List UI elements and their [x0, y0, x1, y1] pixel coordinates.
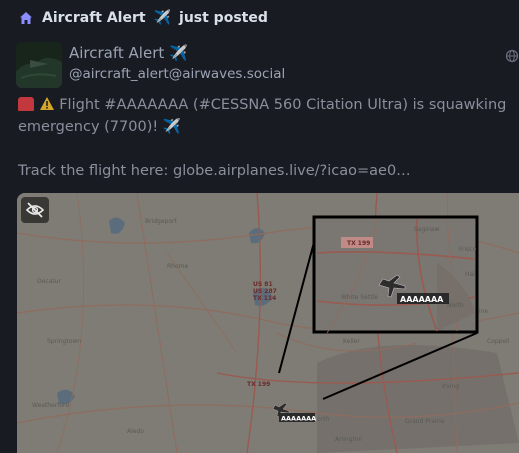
- siren-emoji: [18, 97, 34, 111]
- inset-label: North: [447, 302, 464, 309]
- globe-icon[interactable]: [505, 49, 519, 63]
- inset-map: TX 199 Saginaw Frisco Hal White Settle N…: [312, 215, 479, 334]
- inset-label: White Settle: [341, 294, 378, 301]
- map-label: Coppell: [487, 338, 510, 345]
- map-label: Weatherford: [32, 402, 69, 409]
- map-label: Grand Prairie: [405, 418, 445, 425]
- inset-label: Hal: [465, 271, 475, 278]
- flight-map-image[interactable]: Bridgeport Decatur Rhome Springtown US 8…: [17, 193, 519, 453]
- display-name-text: Aircraft Alert: [69, 44, 165, 62]
- avatar[interactable]: [16, 42, 62, 88]
- map-label: Keller: [343, 338, 360, 345]
- boost-action-text: just posted: [179, 10, 268, 26]
- map-label: Decatur: [37, 278, 61, 285]
- map-label: TX 199: [247, 381, 270, 388]
- plane-emoji: ✈️: [169, 44, 188, 62]
- status-card: Aircraft Alert ✈️ @aircraft_alert@airwav…: [0, 36, 519, 453]
- inset-label: TX 199: [347, 240, 370, 247]
- inset-label: Saginaw: [414, 226, 439, 233]
- inset-label: Frisco: [459, 246, 477, 253]
- aircraft-tag-inset: AAAAAAA: [400, 295, 444, 304]
- hide-media-button[interactable]: [21, 197, 49, 223]
- boost-account-name[interactable]: Aircraft Alert: [42, 10, 146, 26]
- display-name[interactable]: Aircraft Alert ✈️: [69, 44, 188, 62]
- plane-emoji: ✈️: [153, 10, 172, 26]
- eye-slash-icon: [25, 202, 45, 218]
- post-content: Flight #AAAAAAA (#CESSNA 560 Citation Ul…: [18, 94, 514, 182]
- map-label: Aledo: [127, 428, 144, 435]
- map-label: US 81: [253, 281, 273, 288]
- map-label: US 287: [253, 288, 277, 295]
- map-label: Springtown: [47, 338, 81, 345]
- map-label: TX 114: [253, 295, 276, 302]
- map-label: Bridgeport: [145, 218, 178, 225]
- post-text-line1: Flight #AAAAAAA (#CESSNA 560 Citation Ul…: [18, 97, 507, 135]
- map-label: Rhome: [167, 263, 188, 270]
- account-handle[interactable]: @aircraft_alert@airwaves.social: [69, 66, 285, 82]
- map-label: Arlington: [335, 436, 363, 443]
- boost-header: Aircraft Alert ✈️ just posted: [18, 8, 268, 28]
- map-label: Irving: [442, 383, 459, 390]
- home-icon: [20, 12, 32, 24]
- aircraft-tag-main: AAAAAAA: [281, 415, 316, 423]
- map-label: orth: [317, 416, 329, 423]
- post-text-line2-prefix: Track the flight here:: [18, 163, 173, 179]
- flight-tracker-link[interactable]: globe.airplanes.live/?icao=ae0…: [173, 163, 411, 179]
- warning-emoji: [39, 97, 54, 110]
- media-attachment[interactable]: Bridgeport Decatur Rhome Springtown US 8…: [17, 193, 519, 453]
